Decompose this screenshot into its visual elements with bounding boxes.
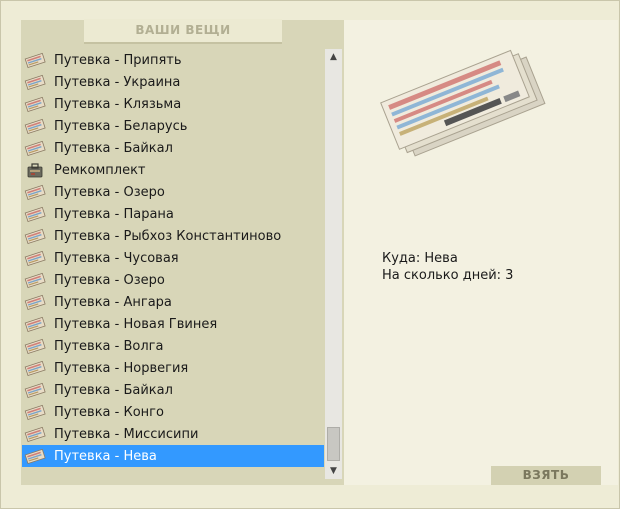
list-item[interactable]: Путевка - Клязьма	[22, 93, 324, 115]
list-item[interactable]: Путевка - Украина	[22, 71, 324, 93]
inventory-list[interactable]: Путевка - Припять Путевка - Украина Путевк…	[22, 49, 324, 473]
list-item-label: Путевка - Байкал	[54, 140, 173, 156]
list-item-label: Путевка - Озеро	[54, 272, 165, 288]
list-item[interactable]: Путевка - Озеро	[22, 269, 324, 291]
list-item-label: Путевка - Припять	[54, 52, 182, 68]
days-label: На сколько дней: 3	[382, 268, 514, 283]
ticket-icon	[22, 337, 46, 355]
list-item[interactable]: Путевка - Конго	[22, 401, 324, 423]
inventory-tab-title: ВАШИ ВЕЩИ	[84, 19, 282, 44]
list-item[interactable]: Путевка - Озеро	[22, 181, 324, 203]
list-item-label: Путевка - Парана	[54, 206, 174, 222]
ticket-icon	[22, 271, 46, 289]
ticket-icon	[22, 139, 46, 157]
list-item-label: Путевка - Беларусь	[54, 118, 188, 134]
ticket-icon	[22, 117, 46, 135]
list-item[interactable]: Путевка - Нева	[22, 445, 324, 467]
ticket-icon	[22, 403, 46, 421]
ticket-icon	[22, 73, 46, 91]
list-item[interactable]: Путевка - Рыбхоз Константиново	[22, 225, 324, 247]
ticket-icon	[22, 51, 46, 69]
list-item-label: Путевка - Миссисипи	[54, 426, 199, 442]
list-item[interactable]: Путевка - Припять	[22, 49, 324, 71]
list-item[interactable]: Путевка - Миссисипи	[22, 423, 324, 445]
list-item[interactable]: Путевка - Новая Гвинея	[22, 313, 324, 335]
ticket-icon	[22, 183, 46, 201]
scroll-up-arrow-icon[interactable]: ▲	[325, 49, 342, 65]
list-item[interactable]: Путевка - Норвегия	[22, 357, 324, 379]
ticket-icon	[22, 95, 46, 113]
scroll-down-arrow-icon[interactable]: ▼	[325, 463, 342, 479]
inventory-scrollbar[interactable]: ▲ ▼	[325, 49, 342, 479]
list-item[interactable]: Путевка - Ангара	[22, 291, 324, 313]
list-item-label: Путевка - Норвегия	[54, 360, 189, 376]
take-button[interactable]: ВЗЯТЬ	[491, 466, 601, 485]
ticket-icon	[22, 227, 46, 245]
list-item[interactable]: Путевка - Байкал	[22, 137, 324, 159]
ticket-icon	[22, 249, 46, 267]
ticket-icon	[22, 205, 46, 223]
ticket-icon	[22, 425, 46, 443]
ticket-icon	[22, 447, 46, 465]
list-item-label: Путевка - Озеро	[54, 184, 165, 200]
list-item-label: Путевка - Ангара	[54, 294, 172, 310]
scroll-thumb[interactable]	[327, 427, 340, 461]
ticket-icon	[22, 293, 46, 311]
list-item[interactable]: Путевка - Беларусь	[22, 115, 324, 137]
list-item[interactable]: Ремкомплект	[22, 159, 324, 181]
list-item-label: Путевка - Украина	[54, 74, 181, 90]
list-item-label: Путевка - Новая Гвинея	[54, 316, 218, 332]
list-item-label: Ремкомплект	[54, 162, 146, 178]
list-item[interactable]: Путевка - Волга	[22, 335, 324, 357]
list-item-label: Путевка - Рыбхоз Константиново	[54, 228, 282, 244]
repair-kit-icon	[22, 161, 46, 179]
list-item[interactable]: Путевка - Байкал	[22, 379, 324, 401]
list-item[interactable]: Путевка - Чусовая	[22, 247, 324, 269]
ticket-icon	[22, 359, 46, 377]
list-item-label: Путевка - Нева	[54, 448, 157, 464]
list-item-label: Путевка - Байкал	[54, 382, 173, 398]
list-item-label: Путевка - Чусовая	[54, 250, 179, 266]
travel-ticket-image	[380, 49, 546, 157]
list-item-label: Путевка - Клязьма	[54, 96, 182, 112]
ticket-icon	[22, 315, 46, 333]
list-item-label: Путевка - Конго	[54, 404, 164, 420]
destination-label: Куда: Нева	[382, 251, 458, 266]
ticket-icon	[22, 381, 46, 399]
list-item-label: Путевка - Волга	[54, 338, 164, 354]
list-item[interactable]: Путевка - Парана	[22, 203, 324, 225]
